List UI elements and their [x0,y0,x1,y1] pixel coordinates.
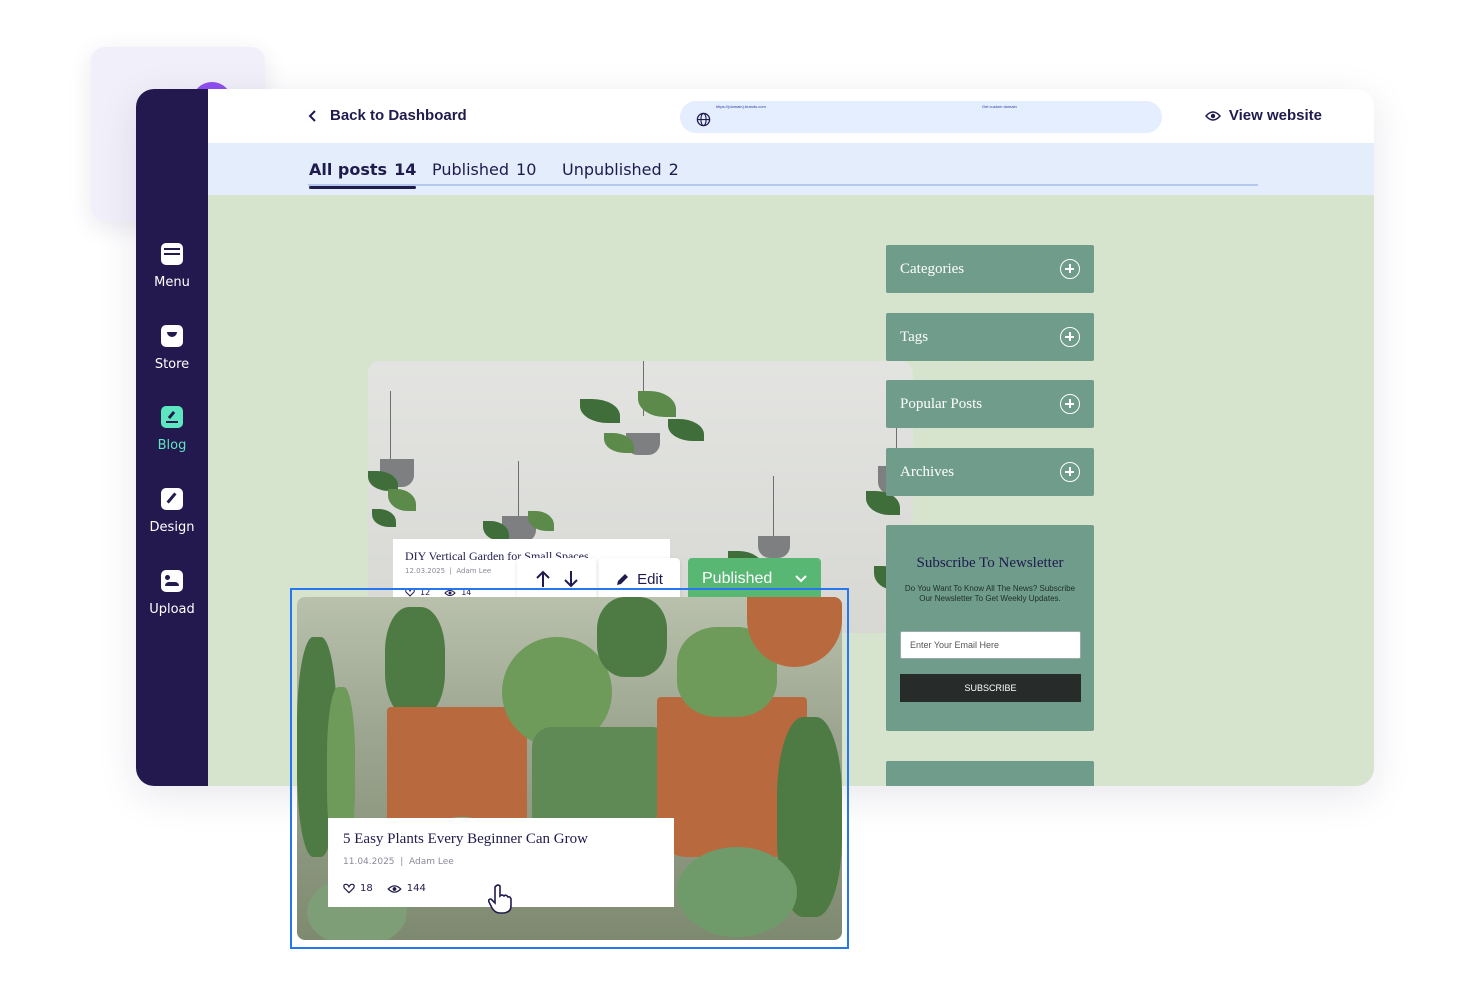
subscribe-button[interactable]: SUBSCRIBE [900,674,1081,702]
view-website-link[interactable]: View website [1204,107,1322,124]
blog-icon [161,406,183,428]
newsletter-title: Subscribe To Newsletter [916,555,1064,571]
chevron-down-icon [795,575,807,583]
posts-tabs: All posts 14 Published 10 Unpublished 2 [208,143,1374,195]
url-bar[interactable]: https://(domain).brands.com Get custom d… [680,101,1162,133]
status-label: Published [702,570,773,587]
tab-label: Unpublished [562,160,662,179]
back-to-dashboard-link[interactable]: Back to Dashboard [308,107,467,124]
post-title[interactable]: 5 Easy Plants Every Beginner Can Grow [343,831,588,848]
sidebar-item-label: Menu [154,275,190,290]
menu-icon [161,243,183,265]
next-widget [886,761,1094,786]
sidebar-item-upload[interactable]: Upload [136,562,208,626]
plus-circle-icon [1060,327,1080,347]
arrow-up-icon[interactable] [535,570,550,588]
arrow-down-icon[interactable] [563,570,578,588]
sidebar-item-label: Store [154,357,190,372]
sidebar-item-design[interactable]: Design [136,480,208,544]
post-stats: 18 144 [343,883,426,894]
like-count: 18 [360,883,373,894]
edit-label: Edit [637,570,663,588]
store-icon [161,325,183,347]
widget-label: Tags [900,328,929,345]
heart-icon [343,883,355,894]
sidebar-item-blog[interactable]: Blog [136,398,208,462]
post-meta: 12.03.2025 | Adam Lee [405,567,492,575]
post-author: Adam Lee [456,567,492,575]
tab-count: 2 [668,160,679,179]
chevron-left-icon [308,109,316,122]
tab-count: 10 [516,160,537,179]
view-count: 144 [406,883,426,894]
archives-widget[interactable]: Archives [886,448,1094,496]
widget-label: Archives [900,463,955,480]
plus-circle-icon [1060,462,1080,482]
popular-posts-widget[interactable]: Popular Posts [886,380,1094,428]
tab-label: All posts [309,160,388,179]
globe-icon [696,112,711,127]
tab-label: Published [432,160,510,179]
post-date: 11.04.2025 [343,857,395,867]
post-date: 12.03.2025 [405,567,446,575]
newsletter-description: Do You Want To Know All The News? Subscr… [904,584,1076,603]
widget-label: Popular Posts [900,395,983,412]
newsletter-widget: Subscribe To Newsletter Do You Want To K… [886,525,1094,731]
tags-widget[interactable]: Tags [886,313,1094,361]
back-label: Back to Dashboard [330,107,467,124]
tab-count: 14 [394,160,417,179]
eye-icon [1204,110,1221,121]
sidebar-item-menu[interactable]: Menu [136,235,208,299]
custom-domain-link[interactable]: Get custom domain [982,104,1017,109]
top-bar: Back to Dashboard https://(domain).brand… [208,89,1374,143]
tab-all-posts[interactable]: All posts 14 [309,160,417,189]
plus-circle-icon [1060,394,1080,414]
hand-pointer-icon [487,884,512,914]
tabs-divider [308,184,1258,186]
sidebar-item-label: Design [149,520,195,535]
site-url: https://(domain).brands.com [716,104,766,109]
widget-label: Categories [900,260,965,277]
categories-widget[interactable]: Categories [886,245,1094,293]
sidebar: Menu Store Blog Design Upload [136,89,208,786]
upload-icon [161,570,183,592]
post-card-selected[interactable]: 5 Easy Plants Every Beginner Can Grow 11… [297,597,842,940]
sidebar-item-store[interactable]: Store [136,317,208,381]
view-website-label: View website [1228,107,1322,124]
post-author: Adam Lee [409,857,454,867]
pencil-icon [617,573,629,585]
newsletter-email-input[interactable]: Enter Your Email Here [900,631,1081,659]
sidebar-item-label: Blog [157,438,187,453]
tab-published[interactable]: Published 10 [432,160,536,179]
design-icon [161,488,183,510]
eye-icon [387,884,402,893]
post-meta: 11.04.2025 | Adam Lee [343,857,454,867]
plus-circle-icon [1060,259,1080,279]
tab-unpublished[interactable]: Unpublished 2 [562,160,679,179]
sidebar-item-label: Upload [149,602,195,617]
